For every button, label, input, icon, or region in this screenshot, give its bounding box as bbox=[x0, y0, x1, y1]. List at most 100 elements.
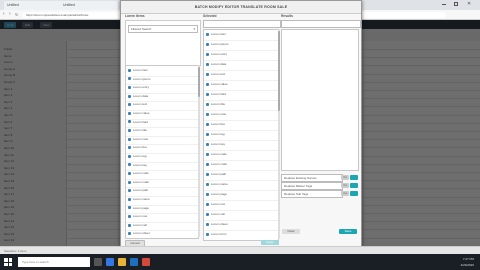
list-item[interactable]: Lorem form bbox=[204, 230, 278, 240]
window-controls: ✕ bbox=[440, 1, 476, 8]
list-item[interactable]: Lorem sheet bbox=[204, 220, 278, 231]
list-item[interactable]: Lorem title bbox=[204, 100, 278, 111]
clear-button[interactable]: Clear bbox=[282, 229, 300, 234]
list-item-label: Lorem form bbox=[211, 232, 227, 236]
option-replace-master-tags: Replace Master Tags bbox=[281, 182, 343, 190]
list-item-label: Lorem entry bbox=[133, 85, 150, 90]
close-icon[interactable]: ✕ bbox=[467, 1, 471, 7]
browser-tab-1[interactable]: Untitled bbox=[4, 1, 62, 10]
item-icon bbox=[128, 111, 131, 115]
list-item-label: Lorem key bbox=[133, 162, 148, 167]
selected-search-input[interactable] bbox=[203, 20, 281, 28]
list-item[interactable]: Lorem sheet bbox=[126, 229, 198, 238]
item-icon bbox=[206, 82, 209, 86]
option-replace-sub-tags: Replace Sub Tags bbox=[281, 190, 343, 198]
item-icon bbox=[206, 102, 209, 106]
list-item-label: Lorem row bbox=[211, 202, 226, 206]
list-item[interactable]: Lorem value bbox=[204, 80, 278, 91]
list-item[interactable]: Lorem data bbox=[204, 60, 278, 71]
list-item[interactable]: Lorem note bbox=[204, 110, 278, 121]
list-item[interactable]: Lorem item bbox=[204, 30, 278, 41]
list-item-label: Lorem item bbox=[133, 68, 149, 72]
list-item-label: Lorem text bbox=[211, 72, 226, 76]
item-icon bbox=[128, 171, 131, 175]
list-item-label: Lorem tag bbox=[211, 132, 225, 136]
chevron-down-icon: ▾ bbox=[193, 27, 195, 31]
item-icon bbox=[206, 132, 209, 136]
list-item-label: Lorem note bbox=[211, 112, 227, 116]
list-item[interactable]: Lorem tag bbox=[204, 130, 278, 141]
list-item-label: Lorem tag bbox=[133, 154, 147, 158]
list-item[interactable]: Lorem code bbox=[204, 150, 278, 161]
option-replace-master-tags-toggle[interactable]: Yes bbox=[341, 183, 349, 188]
selected-list-scrollbar[interactable] bbox=[278, 29, 280, 239]
list-item[interactable]: Lorem row bbox=[204, 200, 278, 211]
list-item[interactable]: Lorem cell bbox=[204, 210, 278, 221]
option-replace-master-tags-switch[interactable] bbox=[350, 183, 358, 188]
list-item[interactable]: Lorem key bbox=[204, 140, 278, 151]
store-icon[interactable] bbox=[130, 258, 138, 266]
status-text: Selection: 1 Item bbox=[4, 249, 27, 253]
item-icon bbox=[128, 120, 131, 124]
list-item[interactable]: Lorem text bbox=[204, 70, 278, 81]
list-item-label: Lorem ipsum bbox=[133, 76, 151, 81]
item-icon bbox=[206, 152, 209, 156]
list-item[interactable]: Lorem name bbox=[204, 180, 278, 191]
list-item[interactable]: Lorem ipsum bbox=[204, 40, 278, 51]
item-icon bbox=[206, 142, 209, 146]
column-header-results: Results bbox=[281, 14, 293, 18]
item-icon bbox=[128, 214, 131, 218]
item-icon bbox=[128, 85, 131, 89]
os-taskbar: Type here to search 7:27 PM 4/29/2020 bbox=[0, 254, 480, 270]
option-replace-sub-tags-toggle[interactable]: Yes bbox=[341, 191, 349, 196]
item-icon bbox=[128, 146, 131, 150]
start-menu-icon[interactable] bbox=[4, 258, 12, 266]
list-item[interactable]: Lorem path bbox=[204, 170, 278, 181]
source-list-scrollbar[interactable] bbox=[198, 65, 200, 237]
taskbar-clock[interactable]: 7:27 PM 4/29/2020 bbox=[434, 256, 474, 268]
list-item-label: Lorem page bbox=[133, 205, 150, 210]
list-item[interactable]: Lorem page bbox=[204, 190, 278, 201]
list-item-label: Lorem path bbox=[211, 172, 227, 176]
option-replace-names-toggle[interactable]: Yes bbox=[341, 175, 349, 180]
browser-tab-2[interactable]: Untitled bbox=[60, 1, 118, 10]
item-icon bbox=[206, 62, 209, 66]
back-icon[interactable]: ‹ bbox=[3, 11, 5, 18]
item-icon bbox=[206, 172, 209, 176]
item-icon bbox=[206, 232, 209, 236]
apply-button[interactable]: Apply bbox=[261, 240, 279, 245]
option-replace-names-switch[interactable] bbox=[350, 175, 358, 180]
column-header-source: Lorem Items bbox=[125, 14, 145, 18]
list-item-label: Lorem code bbox=[211, 152, 227, 156]
list-item-label: Lorem cell bbox=[211, 212, 225, 216]
minimize-icon[interactable] bbox=[442, 4, 446, 5]
column-header-selected: Selected bbox=[203, 14, 217, 18]
taskbar-search-input[interactable]: Type here to search bbox=[18, 257, 90, 267]
save-button[interactable]: Save bbox=[339, 229, 357, 234]
list-item-label: Lorem value bbox=[211, 82, 228, 86]
file-explorer-icon[interactable] bbox=[118, 258, 126, 266]
edge-icon[interactable] bbox=[106, 258, 114, 266]
option-replace-sub-tags-switch[interactable] bbox=[350, 191, 358, 196]
list-item-label: Lorem page bbox=[211, 192, 228, 196]
reload-icon[interactable]: ↻ bbox=[15, 11, 18, 18]
results-search-input[interactable] bbox=[281, 20, 361, 28]
list-item[interactable]: Lorem entry bbox=[204, 50, 278, 61]
item-icon bbox=[206, 222, 209, 226]
item-icon bbox=[206, 162, 209, 166]
chrome-icon[interactable] bbox=[142, 258, 150, 266]
filter-select[interactable]: Filtered Search ▾ bbox=[128, 25, 198, 33]
filter-select-value: Filtered Search bbox=[131, 27, 152, 31]
task-view-icon[interactable] bbox=[94, 258, 102, 266]
forward-icon[interactable]: › bbox=[9, 11, 11, 18]
item-icon bbox=[128, 68, 131, 72]
list-item[interactable]: Lorem line bbox=[204, 120, 278, 131]
list-item[interactable]: Lorem field bbox=[204, 90, 278, 101]
item-icon bbox=[206, 42, 209, 46]
item-icon bbox=[206, 92, 209, 96]
maximize-icon[interactable] bbox=[454, 2, 458, 6]
item-icon bbox=[128, 189, 131, 193]
list-item[interactable]: Lorem mark bbox=[204, 160, 278, 171]
list-item-label: Lorem line bbox=[133, 145, 148, 150]
list-item-label: Lorem data bbox=[211, 62, 227, 66]
